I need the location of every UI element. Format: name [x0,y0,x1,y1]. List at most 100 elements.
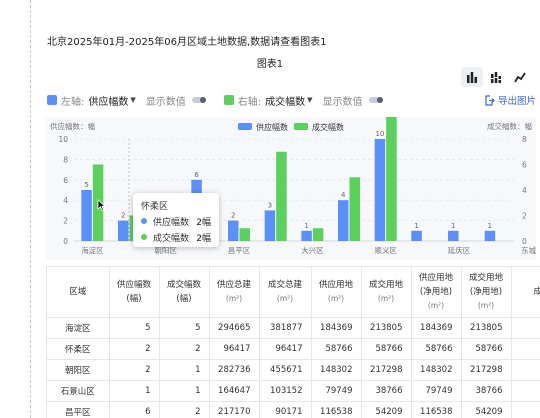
bar-chart: 供应幅数：幅成交幅数：幅供应幅数成交幅数10864208642052262314… [50,113,540,255]
deal-dot-icon [141,234,147,240]
table-row: 海淀区 5 5 294665 381877 184369 213805 184369 21380… [47,317,540,339]
right-show-values-label: 显示数值 [322,96,363,108]
value-cell: 58766 [311,338,362,360]
supply-bar [338,200,349,241]
table-header-cell: 成交 [511,267,540,318]
value-cell: 2 [159,401,210,418]
left-show-values-toggle[interactable] [191,97,206,103]
value-cell: 1 [159,359,210,381]
left-axis-swatch [47,95,57,105]
table-row: 昌平区622171709017111653854209116538542091 [47,401,540,418]
left-axis-unit: 供应幅数：幅 [50,121,95,131]
value-cell: 96417 [259,338,312,360]
value-cell: 38766 [461,380,512,402]
right-show-values-toggle[interactable] [368,97,383,103]
table-header-cell: 成交用地 (净用地) (m²) [461,267,512,318]
value-cell: 217298 [461,359,512,381]
header-line: 供应总建 [216,279,251,290]
x-axis-label: 延庆区 [448,245,471,255]
value-cell: 2 [159,338,210,360]
deal-bar [312,228,324,241]
value-cell: 294665 [209,317,260,339]
district-cell: 海淀区 [47,317,110,339]
header-line: (m²) [327,293,345,303]
value-cell: 1 [109,380,160,402]
value-cell: 38766 [361,380,412,402]
left-tick-label: 2 [63,217,68,226]
value-cell: 2 [109,359,160,381]
bar-data-label: 1 [488,222,492,230]
left-axis-select[interactable]: 供应幅数 [88,93,128,108]
tooltip-row: 成交幅数 2幅 [141,230,211,244]
deal-bar [386,113,397,241]
chevron-down-icon[interactable]: ▼ [307,96,312,104]
tooltip-series-value: 2幅 [196,233,211,244]
chart-toolbar: 左轴: 供应幅数 ▼ 显示数值 右轴: 成交幅数 ▼ 显示数值 [47,93,383,108]
tooltip-title: 怀柔区 [141,202,169,212]
bar-data-label: 1 [304,222,308,230]
x-axis-label: 大兴区 [301,245,324,255]
value-cell: 455671 [259,359,312,381]
stacked-bar-icon [491,72,501,83]
bar-data-label: 3 [268,201,272,209]
chart-area: 供应幅数：幅成交幅数：幅供应幅数成交幅数10864208642052262314… [46,113,540,260]
value-cell: 24 [511,380,540,402]
left-tick-label: 4 [63,196,68,205]
supply-bar [228,220,239,241]
header-line: 成交用地 [368,279,403,290]
bar-data-label: 10 [375,130,384,138]
value-cell: 314 [511,317,540,339]
tooltip-series-name: 供应幅数 [153,217,190,228]
header-line: (m²) [377,293,395,303]
value-cell: 2 [109,338,160,360]
value-cell: 48 [511,338,540,360]
export-icon [485,94,495,106]
header-line: (净用地) [419,286,453,297]
supply-bar [374,139,386,241]
table-header-cell: 区域 [47,267,110,318]
left-axis-label: 左轴: [61,96,85,108]
bar-data-label: 2 [231,212,235,220]
left-tick-label: 0 [63,237,68,246]
chart-title: 图表1 [256,59,284,70]
value-cell: 1 [159,380,210,402]
line-chart-view-button[interactable] [509,67,531,87]
table-header-cell: 成交幅数 (幅) [159,267,210,318]
table-header-row: 区域 供应幅数 (幅) 成交幅数 (幅) 供应总建 (m²) 成交总建 (m²) 供应用地 (m²)… [47,267,540,318]
chart-tooltip: 怀柔区 供应幅数 2幅 成交幅数 2幅 [133,193,219,247]
right-axis-select[interactable]: 成交幅数 [265,93,305,108]
table-row: 朝阳区 2 1 282736 455671 148302 217298 148302 21729… [47,359,540,381]
value-cell: 5 [159,317,210,339]
chevron-down-icon[interactable]: ▼ [130,96,135,104]
header-line: 成交 [512,285,540,299]
header-line: 成交幅数 [166,279,201,290]
table-header-cell: 供应用地 (m²) [311,267,362,318]
left-tick-label: 6 [63,176,68,185]
table-header-cell: 供应总建 (m²) [209,267,260,318]
header-line: 成交用地 [468,272,503,283]
value-cell: 90171 [259,401,312,418]
x-axis-label: 东城区 [521,245,536,255]
bar-data-label: 1 [451,222,455,230]
export-image-button[interactable]: 导出图片 [484,93,536,107]
district-cell: 朝阳区 [47,359,110,381]
x-axis-label: 海淀区 [81,245,104,255]
value-cell: 6 [109,401,160,418]
deal-bar [349,177,360,241]
header-line: 区域 [69,286,87,297]
value-cell: 217298 [361,359,412,381]
value-cell: 164647 [209,380,260,402]
table-header-cell: 成交总建 (m²) [259,267,312,318]
tooltip-series-name: 成交幅数 [153,233,190,244]
right-tick-label: 4 [522,186,527,195]
value-cell: 148302 [411,359,462,381]
table-header-cell: 成交用地 (m²) [361,267,412,318]
header-line: 供应用地 [318,279,353,290]
page-headline: 北京2025年01月-2025年06月区域土地数据,数据请查看图表1 [47,37,327,48]
value-cell: 58766 [411,338,462,360]
bar-data-label: 6 [194,171,199,179]
value-cell: 5 [109,317,160,339]
bar-chart-view-button[interactable] [461,67,483,87]
legend-swatch [238,123,252,130]
stacked-bar-view-button[interactable] [485,67,507,87]
